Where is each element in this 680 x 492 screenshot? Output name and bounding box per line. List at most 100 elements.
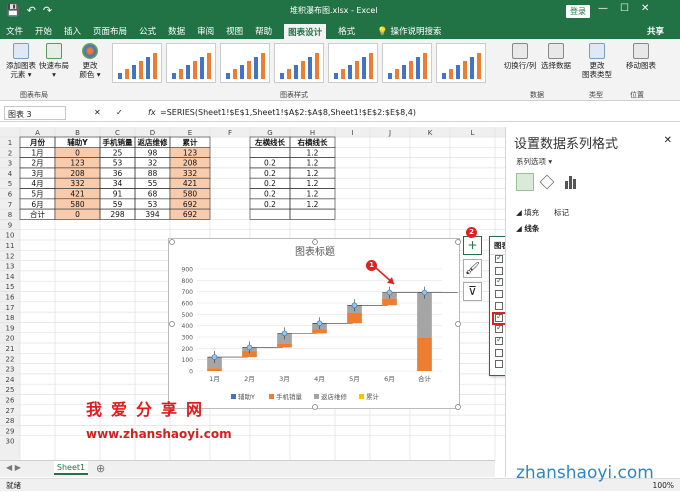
- bar-phone-sales[interactable]: [207, 368, 222, 371]
- bar-phone-sales[interactable]: [277, 343, 292, 348]
- cell[interactable]: 返店维修: [138, 137, 168, 147]
- cell[interactable]: 左横线长: [254, 137, 285, 147]
- cell[interactable]: 0.2: [264, 179, 276, 188]
- bar-phone-sales[interactable]: [312, 329, 327, 334]
- column-header[interactable]: A: [35, 129, 40, 137]
- cell[interactable]: 98: [148, 148, 158, 157]
- column-header[interactable]: K: [428, 129, 433, 137]
- resize-handle[interactable]: [169, 321, 175, 327]
- row-header[interactable]: 2: [8, 149, 12, 157]
- row-header[interactable]: 6: [8, 191, 13, 199]
- row-header[interactable]: 5: [8, 180, 12, 188]
- undo-icon[interactable]: ↶: [27, 4, 36, 17]
- tab-2[interactable]: 插入: [64, 25, 81, 37]
- pane-section-line[interactable]: ◢ 线条: [516, 223, 539, 234]
- row-header[interactable]: 12: [6, 252, 15, 260]
- cell[interactable]: 辅助Y: [67, 137, 88, 147]
- column-header[interactable]: F: [228, 129, 232, 137]
- checkbox-icon[interactable]: [495, 360, 503, 369]
- tell-me-search[interactable]: 💡 操作说明搜索: [377, 25, 441, 37]
- cumulative-point[interactable]: [351, 302, 358, 309]
- cell[interactable]: 59: [113, 200, 123, 209]
- cell[interactable]: 208: [70, 169, 85, 178]
- cancel-icon[interactable]: ✕: [94, 108, 101, 117]
- fx-icon[interactable]: fx: [148, 108, 156, 117]
- bar-phone-sales[interactable]: [417, 337, 432, 371]
- checkbox-icon[interactable]: [495, 348, 503, 357]
- column-header[interactable]: D: [150, 129, 155, 137]
- checkbox-icon[interactable]: [495, 290, 503, 299]
- column-header[interactable]: C: [115, 129, 120, 137]
- column-header[interactable]: L: [471, 129, 475, 137]
- cell[interactable]: 91: [113, 190, 123, 199]
- resize-handle[interactable]: [455, 404, 461, 410]
- cumulative-point[interactable]: [281, 330, 288, 337]
- row-header[interactable]: 22: [6, 355, 15, 363]
- cell[interactable]: 0.2: [264, 159, 276, 168]
- checkbox-icon[interactable]: [495, 335, 503, 345]
- cell[interactable]: 0.2: [264, 169, 276, 178]
- row-header[interactable]: 28: [6, 417, 15, 425]
- cell[interactable]: 580: [183, 190, 198, 199]
- pane-tab-marker[interactable]: 标记: [554, 207, 569, 218]
- row-header[interactable]: 15: [6, 283, 15, 291]
- legend-label[interactable]: 返店维修: [321, 392, 348, 401]
- tab-0[interactable]: 文件: [6, 25, 23, 37]
- cell[interactable]: 手机销量: [103, 137, 133, 147]
- cumulative-point[interactable]: [211, 354, 218, 360]
- cell[interactable]: 332: [70, 179, 85, 188]
- cell[interactable]: 6月: [31, 200, 43, 209]
- checkbox-icon[interactable]: [495, 266, 503, 275]
- select-data-button[interactable]: 选择数据: [538, 43, 574, 70]
- pane-tab-fill[interactable]: ◢ 填充: [516, 207, 539, 218]
- tab-9[interactable]: 图表设计: [284, 23, 327, 40]
- row-header[interactable]: 29: [6, 427, 15, 435]
- enter-icon[interactable]: ✓: [116, 108, 123, 117]
- cell[interactable]: 421: [183, 179, 198, 188]
- resize-handle[interactable]: [455, 239, 461, 245]
- cell[interactable]: 5月: [31, 190, 43, 199]
- row-header[interactable]: 30: [6, 438, 15, 446]
- cell[interactable]: 394: [145, 210, 160, 219]
- row-header[interactable]: 7: [8, 201, 12, 209]
- cell[interactable]: 0.2: [264, 190, 276, 199]
- save-icon[interactable]: 💾: [6, 4, 20, 17]
- name-box[interactable]: 图表 3: [4, 106, 66, 120]
- cell[interactable]: 1.2: [307, 190, 319, 199]
- cell[interactable]: 123: [183, 148, 198, 157]
- cell[interactable]: 1.2: [307, 148, 319, 157]
- cell[interactable]: 4月: [31, 179, 43, 188]
- cell[interactable]: 692: [183, 210, 198, 219]
- row-header[interactable]: 20: [6, 335, 15, 343]
- column-header[interactable]: H: [310, 129, 315, 137]
- redo-icon[interactable]: ↷: [43, 4, 52, 17]
- cell[interactable]: 1.2: [307, 179, 319, 188]
- cell[interactable]: 68: [148, 190, 158, 199]
- cell[interactable]: 55: [148, 179, 158, 188]
- sheet-tab-sheet1[interactable]: Sheet1: [54, 461, 88, 475]
- cell[interactable]: 0: [75, 210, 80, 219]
- column-header[interactable]: J: [388, 129, 391, 137]
- cumulative-point[interactable]: [421, 289, 428, 296]
- checkbox-icon[interactable]: [495, 276, 503, 287]
- minimize-button[interactable]: —: [598, 3, 608, 14]
- legend-label[interactable]: 辅助Y: [238, 392, 255, 401]
- row-header[interactable]: 23: [6, 366, 15, 374]
- column-header[interactable]: E: [188, 129, 192, 137]
- cell[interactable]: 36: [113, 169, 123, 178]
- resize-handle[interactable]: [455, 321, 461, 327]
- effects-icon[interactable]: [539, 174, 555, 190]
- cell[interactable]: 421: [70, 190, 85, 199]
- chart-title[interactable]: 图表标题: [295, 245, 335, 258]
- cell[interactable]: 53: [148, 200, 158, 209]
- row-header[interactable]: 13: [6, 263, 15, 271]
- cell[interactable]: 53: [113, 159, 123, 168]
- tab-3[interactable]: 页面布局: [93, 25, 127, 37]
- quick-layout-button[interactable]: 快速布局 ▾: [38, 43, 70, 79]
- legend-label[interactable]: 手机销量: [276, 392, 303, 401]
- bar-repair[interactable]: [417, 292, 432, 338]
- cell[interactable]: 1月: [31, 148, 43, 157]
- chart-elements-plus-button[interactable]: +: [463, 236, 482, 255]
- checkbox-icon[interactable]: [495, 323, 503, 334]
- close-button[interactable]: ✕: [641, 3, 649, 14]
